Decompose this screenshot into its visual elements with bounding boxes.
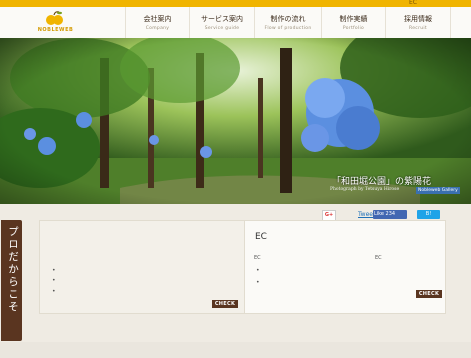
- nav-label: 制作の流れ: [270, 15, 306, 23]
- nav-label: 制作実績: [339, 15, 368, 23]
- logo-mark-icon: [46, 11, 63, 25]
- top-bar-label[interactable]: EC: [409, 0, 417, 6]
- site-header: NOBLEWEB 会社案内 Company サービス案内 Service gui…: [0, 7, 471, 39]
- photo-credit: Photograph by Tetsuya Hirose: [330, 187, 400, 192]
- hatena-bookmark-button[interactable]: B!: [417, 210, 440, 219]
- nav-portfolio[interactable]: 制作実績 Portfolio: [321, 7, 385, 38]
- list-bullet: •: [256, 267, 260, 274]
- check-button-right[interactable]: CHECK: [416, 290, 442, 298]
- hero-title: 「和田堀公園」の紫陽花: [332, 177, 432, 187]
- top-bar: EC: [0, 0, 471, 7]
- logo-text: NOBLEWEB: [37, 27, 74, 33]
- nav-flow[interactable]: 制作の流れ Flow of production: [254, 7, 321, 38]
- nav-service[interactable]: サービス案内 Service guide: [189, 7, 254, 38]
- nav-label: サービス案内: [201, 15, 243, 23]
- ec-subheading-left: EC: [254, 255, 261, 261]
- nav-sublabel: Recruit: [409, 26, 427, 31]
- nav-sublabel: Flow of production: [264, 26, 312, 31]
- list-bullet: •: [52, 288, 56, 295]
- list-bullet: •: [52, 267, 56, 274]
- list-bullet: •: [256, 279, 260, 286]
- list-bullet: •: [52, 277, 56, 284]
- nav-label: 会社案内: [143, 15, 172, 23]
- nav-sublabel: Service guide: [204, 26, 240, 31]
- footer-strip: [0, 342, 471, 358]
- nav-recruit[interactable]: 採用情報 Recruit: [385, 7, 451, 38]
- nav-company[interactable]: 会社案内 Company: [125, 7, 189, 38]
- logo[interactable]: NOBLEWEB: [31, 11, 80, 37]
- side-tab[interactable]: プロだからこそ: [1, 220, 22, 341]
- content-panel-right: [244, 220, 446, 314]
- ec-heading: EC: [255, 232, 267, 242]
- side-tab-label: プロだからこそ: [7, 226, 19, 314]
- nav-sublabel: Portfolio: [342, 26, 365, 31]
- nav-label: 採用情報: [404, 15, 432, 23]
- gallery-badge[interactable]: Nobleweb Gallery: [416, 187, 460, 194]
- facebook-like-button[interactable]: Like 234: [373, 210, 407, 219]
- nav-sublabel: Company: [145, 26, 170, 31]
- check-button-left[interactable]: CHECK: [212, 300, 238, 308]
- ec-subheading-right: EC: [375, 255, 382, 261]
